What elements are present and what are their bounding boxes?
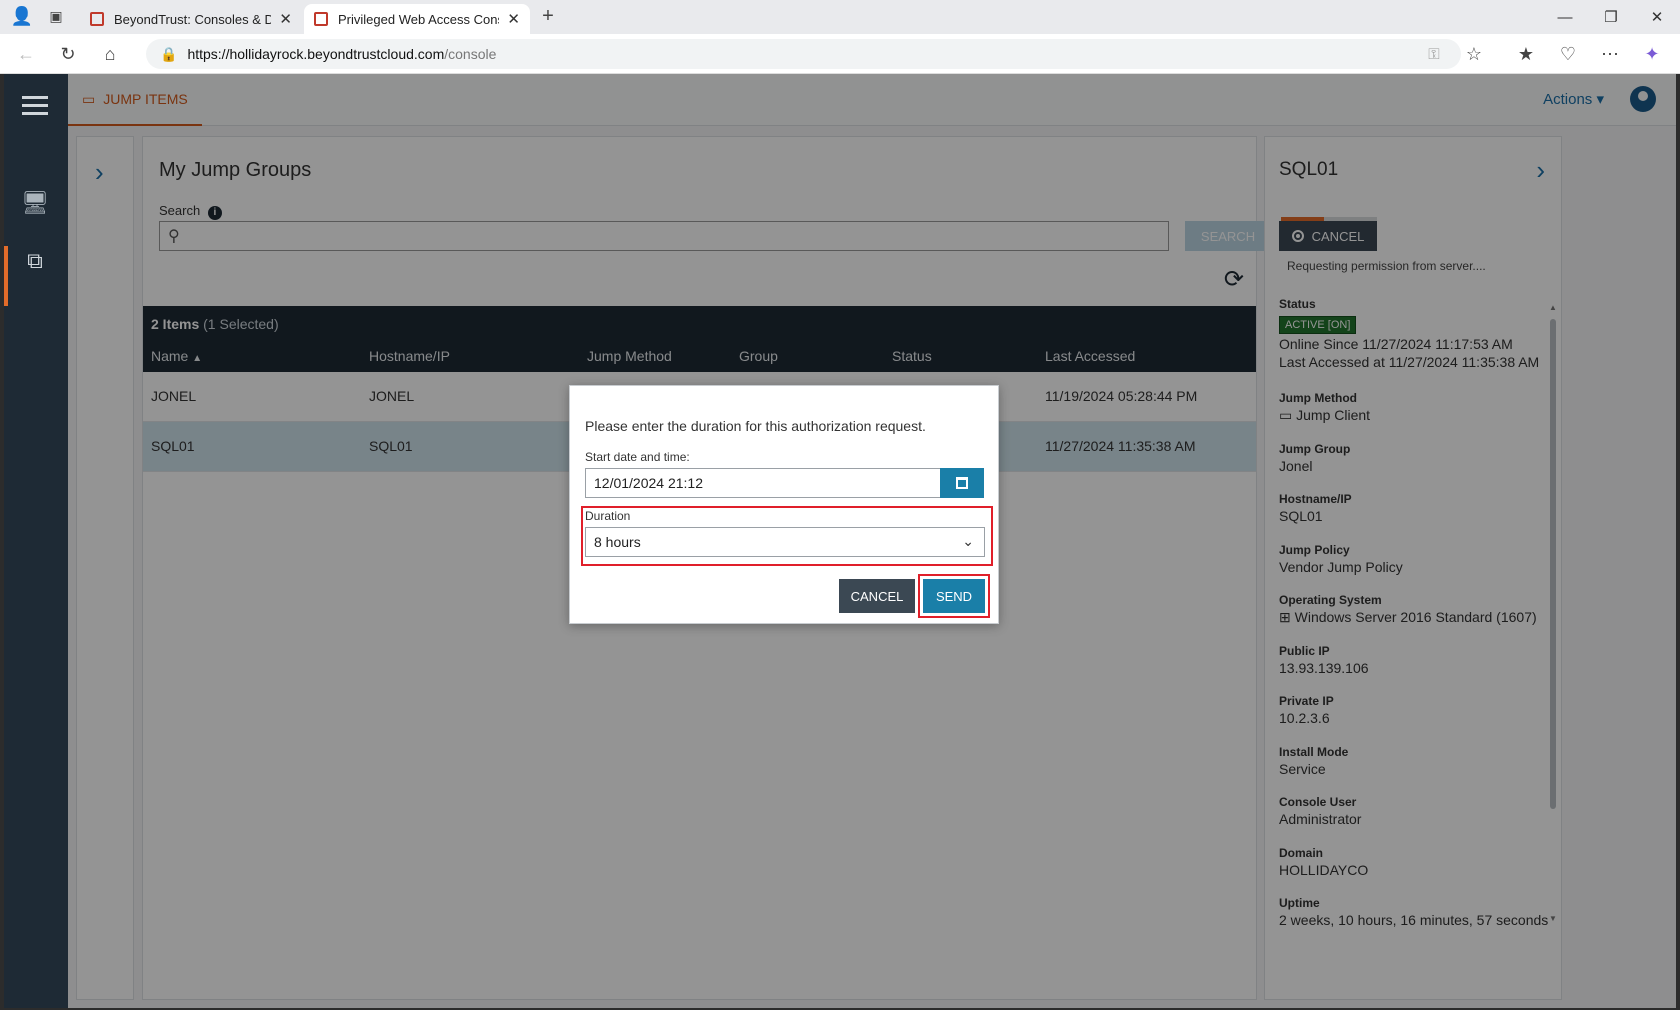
chevron-down-icon: ⌄ (962, 533, 974, 549)
monitor-icon[interactable]: 🖥 (20, 188, 50, 218)
send-button[interactable]: SEND (923, 579, 985, 613)
tab-label: BeyondTrust: Consoles & Downlo (114, 11, 272, 27)
cancel-button[interactable]: CANCEL (839, 579, 915, 613)
favorites-icon[interactable]: ★ (1512, 40, 1540, 68)
duration-label: Duration (585, 509, 631, 523)
browser-tab-bar: 👤 ▣ BeyondTrust: Consoles & Downlo ✕ Pri… (0, 0, 1680, 34)
home-icon[interactable]: ⌂ (96, 40, 124, 68)
duration-select[interactable]: 8 hours ⌄ (585, 527, 985, 557)
reload-icon[interactable]: ↻ (54, 40, 82, 68)
calendar-icon (956, 477, 968, 489)
beyondtrust-favicon-icon (314, 12, 328, 26)
hamburger-menu-icon[interactable] (22, 96, 48, 116)
more-menu-icon[interactable]: ⋯ (1596, 40, 1624, 68)
url-path: /console (444, 46, 497, 62)
lock-icon: 🔒 (160, 45, 178, 62)
authorization-dialog: Please enter the duration for this autho… (569, 385, 999, 624)
close-window-icon[interactable]: ✕ (1634, 0, 1680, 34)
copilot-icon[interactable]: ✦ (1638, 40, 1666, 68)
dialog-message: Please enter the duration for this autho… (585, 418, 926, 434)
left-navigation: 🖥 ⧉ (4, 74, 68, 1008)
new-tab-icon[interactable]: + (534, 2, 562, 30)
minimize-icon[interactable]: — (1542, 0, 1588, 34)
calendar-button[interactable] (940, 468, 984, 498)
browser-tab-consoles[interactable]: BeyondTrust: Consoles & Downlo ✕ (80, 4, 302, 34)
beyondtrust-favicon-icon (90, 12, 104, 26)
back-icon[interactable]: ← (12, 40, 40, 68)
duration-value: 8 hours (594, 534, 641, 550)
start-date-label: Start date and time: (585, 450, 690, 464)
close-tab-icon[interactable]: ✕ (279, 10, 292, 28)
url-host: https://hollidayrock.beyondtrustcloud.co… (187, 46, 445, 62)
start-date-input[interactable]: 12/01/2024 21:12 (585, 468, 941, 498)
browser-tab-console[interactable]: Privileged Web Access Console - ✕ (304, 4, 530, 34)
tab-actions-icon[interactable]: ▣ (42, 2, 70, 30)
close-tab-icon[interactable]: ✕ (507, 10, 520, 28)
address-bar-row: ← ↻ ⌂ 🔒 https://hollidayrock.beyondtrust… (0, 34, 1680, 74)
key-icon[interactable]: ⚿ (1420, 40, 1448, 68)
restore-icon[interactable]: ❐ (1588, 0, 1634, 34)
jump-items-nav-icon[interactable]: ⧉ (20, 246, 50, 276)
favorite-star-icon[interactable]: ☆ (1460, 40, 1488, 68)
tab-label: Privileged Web Access Console - (338, 11, 499, 27)
url-field[interactable]: 🔒 https://hollidayrock.beyondtrustcloud.… (146, 39, 1461, 69)
browser-essentials-icon[interactable]: ♡ (1554, 40, 1582, 68)
nav-selection-indicator (4, 246, 8, 306)
profile-icon[interactable]: 👤 (8, 2, 36, 30)
